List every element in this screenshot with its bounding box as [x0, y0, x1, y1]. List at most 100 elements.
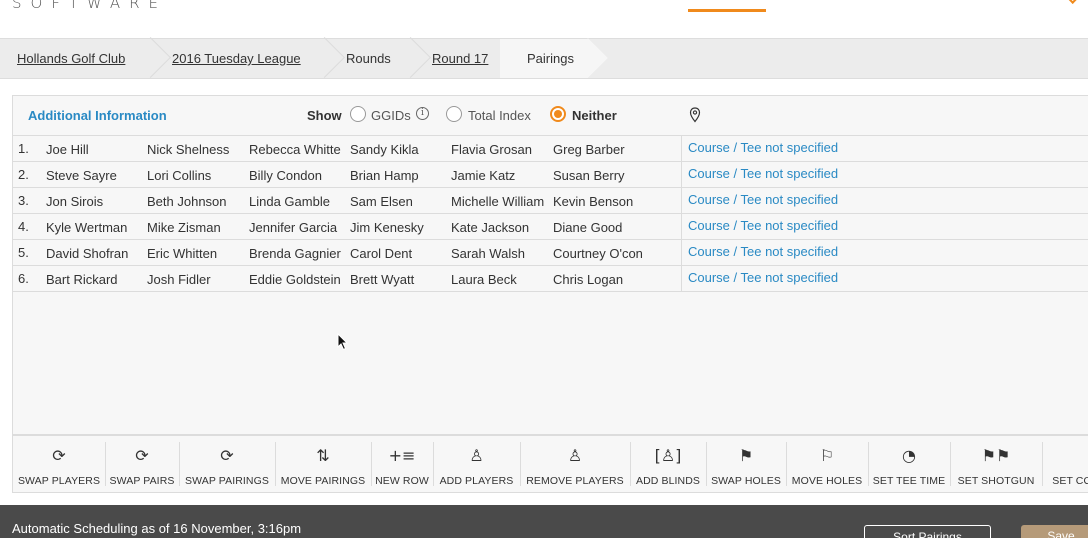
player-name[interactable]: Diane Good	[553, 220, 673, 235]
player-name[interactable]: Sarah Walsh	[451, 246, 551, 261]
swap-pairs-icon: ⟳	[135, 446, 149, 465]
tool-remove-players[interactable]: ♙ REMOVE PLAYERS	[520, 436, 630, 492]
tool-set-shotgun[interactable]: ⚑⚑ SET SHOTGUN	[950, 436, 1042, 492]
course-tee-link[interactable]: Course / Tee not specified	[688, 140, 838, 155]
player-name[interactable]: Eric Whitten	[147, 246, 247, 261]
player-name[interactable]: Billy Condon	[249, 168, 349, 183]
tool-set-co[interactable]: SET CO	[1042, 436, 1088, 492]
player-name[interactable]: Mike Zisman	[147, 220, 247, 235]
tool-set-tee-time[interactable]: ◔ SET TEE TIME	[868, 436, 950, 492]
player-name[interactable]: Jim Kenesky	[350, 220, 450, 235]
footer-bar: Automatic Scheduling as of 16 November, …	[0, 505, 1088, 538]
radio-ggids[interactable]	[350, 106, 366, 122]
pairing-row[interactable]: 3. Jon Sirois Beth Johnson Linda Gamble Sam …	[13, 188, 1088, 214]
player-name[interactable]: Nick Shelness	[147, 142, 247, 157]
player-name[interactable]: Beth Johnson	[147, 194, 247, 209]
radio-total-index-label[interactable]: Total Index	[468, 108, 531, 123]
player-name[interactable]: Rebecca Whitte	[249, 142, 349, 157]
tool-new-row[interactable]: +≡ NEW ROW	[371, 436, 433, 492]
tool-add-players[interactable]: ♙ ADD PLAYERS	[433, 436, 520, 492]
breadcrumb-round[interactable]: Round 17	[432, 39, 488, 78]
info-bar: Additional Information Show GGIDs i Tota…	[13, 96, 1088, 136]
tool-add-blinds[interactable]: [♙] ADD BLINDS	[630, 436, 706, 492]
player-name[interactable]: Flavia Grosan	[451, 142, 551, 157]
move-pairings-icon: ⇅	[316, 446, 330, 465]
player-name[interactable]: Chris Logan	[553, 272, 673, 287]
show-label: Show	[307, 108, 342, 123]
tool-label: SET SHOTGUN	[957, 475, 1035, 487]
info-icon[interactable]: i	[416, 107, 429, 120]
move-holes-icon: ⚐	[819, 446, 835, 465]
player-name[interactable]: Laura Beck	[451, 272, 551, 287]
radio-neither[interactable]	[550, 106, 566, 122]
player-name[interactable]: Linda Gamble	[249, 194, 349, 209]
player-name[interactable]: Brian Hamp	[350, 168, 450, 183]
tool-label: SWAP HOLES	[711, 475, 781, 487]
additional-info-title[interactable]: Additional Information	[28, 108, 167, 123]
player-name[interactable]: Steve Sayre	[46, 168, 146, 183]
player-name[interactable]: Jon Sirois	[46, 194, 146, 209]
player-name[interactable]: Josh Fidler	[147, 272, 247, 287]
radio-neither-label[interactable]: Neither	[572, 108, 617, 123]
course-tee-link[interactable]: Course / Tee not specified	[688, 244, 838, 259]
pairings-panel: Additional Information Show GGIDs i Tota…	[12, 95, 1088, 435]
player-name[interactable]: Joe Hill	[46, 142, 146, 157]
app-header: SOFTWARE	[0, 0, 1088, 38]
new-row-icon: +≡	[388, 446, 416, 465]
location-pin-icon[interactable]	[689, 107, 701, 123]
pairing-row[interactable]: 2. Steve Sayre Lori Collins Billy Condon Bri…	[13, 162, 1088, 188]
tool-label: SWAP PAIRS	[109, 475, 175, 487]
tool-swap-holes[interactable]: ⚑ SWAP HOLES	[706, 436, 786, 492]
tool-label: SWAP PAIRINGS	[185, 475, 269, 487]
checkered-flags-icon: ⚑⚑	[981, 446, 1011, 465]
breadcrumb-league[interactable]: 2016 Tuesday League	[172, 39, 301, 78]
course-tee-link[interactable]: Course / Tee not specified	[688, 192, 838, 207]
player-name[interactable]: Lori Collins	[147, 168, 247, 183]
tool-swap-pairs[interactable]: ⟳ SWAP PAIRS	[105, 436, 179, 492]
clock-icon: ◔	[902, 446, 916, 465]
player-name[interactable]: Bart Rickard	[46, 272, 146, 287]
player-name[interactable]: Greg Barber	[553, 142, 673, 157]
swap-holes-icon: ⚑	[738, 446, 754, 465]
player-name[interactable]: Sam Elsen	[350, 194, 450, 209]
course-tee-link[interactable]: Course / Tee not specified	[688, 270, 838, 285]
toolbar-separator	[1042, 442, 1043, 486]
player-name[interactable]: Carol Dent	[350, 246, 450, 261]
tool-move-holes[interactable]: ⚐ MOVE HOLES	[786, 436, 868, 492]
tool-swap-pairings[interactable]: ⟳ SWAP PAIRINGS	[179, 436, 275, 492]
tool-swap-players[interactable]: ⟳ SWAP PLAYERS	[13, 436, 105, 492]
player-name[interactable]: Jamie Katz	[451, 168, 551, 183]
player-name[interactable]: Eddie Goldstein	[249, 272, 349, 287]
toolbar-separator	[179, 442, 180, 486]
player-name[interactable]: Kate Jackson	[451, 220, 551, 235]
radio-total-index[interactable]	[446, 106, 462, 122]
tool-label: NEW ROW	[375, 475, 429, 487]
pairing-row[interactable]: 1. Joe Hill Nick Shelness Rebecca Whitte San…	[13, 136, 1088, 162]
player-name[interactable]: Brenda Gagnier	[249, 246, 349, 261]
player-name[interactable]: Michelle William	[451, 194, 551, 209]
pairing-row[interactable]: 5. David Shofran Eric Whitten Brenda Gagnie…	[13, 240, 1088, 266]
radio-ggids-label[interactable]: GGIDs	[371, 108, 411, 123]
sort-pairings-button[interactable]: Sort Pairings	[864, 525, 991, 538]
swap-players-icon: ⟳	[52, 446, 66, 465]
pairing-row[interactable]: 6. Bart Rickard Josh Fidler Eddie Goldstein…	[13, 266, 1088, 292]
player-name[interactable]: Kevin Benson	[553, 194, 673, 209]
course-tee-link[interactable]: Course / Tee not specified	[688, 166, 838, 181]
course-tee-link[interactable]: Course / Tee not specified	[688, 218, 838, 233]
player-name[interactable]: Jennifer Garcia	[249, 220, 349, 235]
player-name[interactable]: Susan Berry	[553, 168, 673, 183]
player-name[interactable]: Courtney O'con	[553, 246, 673, 261]
tool-move-pairings[interactable]: ⇅ MOVE PAIRINGS	[275, 436, 371, 492]
breadcrumb-club[interactable]: Hollands Golf Club	[17, 39, 125, 78]
pairing-row[interactable]: 4. Kyle Wertman Mike Zisman Jennifer Garcia…	[13, 214, 1088, 240]
save-button[interactable]: Save	[1021, 525, 1088, 538]
player-name[interactable]: Brett Wyatt	[350, 272, 450, 287]
player-name[interactable]: Kyle Wertman	[46, 220, 146, 235]
toolbar-separator	[433, 442, 434, 486]
breadcrumb-rounds[interactable]: Rounds	[346, 39, 391, 78]
player-name[interactable]: Sandy Kikla	[350, 142, 450, 157]
toolbar-separator	[950, 442, 951, 486]
player-name[interactable]: David Shofran	[46, 246, 146, 261]
toolbar-separator	[786, 442, 787, 486]
remove-players-icon: ♙	[567, 446, 583, 465]
